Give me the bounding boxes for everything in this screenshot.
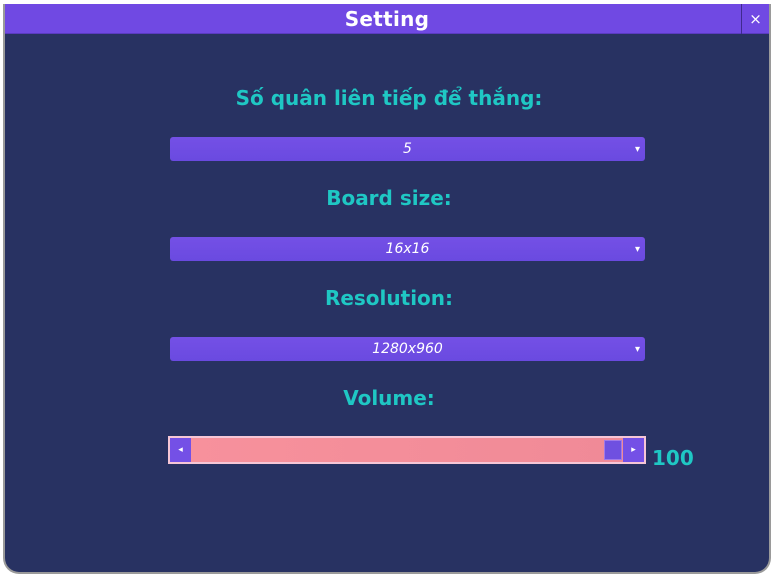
volume-slider[interactable]: ◂ ▸ — [168, 436, 646, 464]
win-count-label: Số quân liên tiếp để thắng: — [235, 86, 543, 110]
chevron-down-icon: ▾ — [634, 244, 640, 255]
close-button[interactable]: × — [741, 4, 769, 34]
board-size-value: 16x16 — [385, 241, 430, 257]
title-bar: Setting × — [5, 4, 769, 34]
slider-left-arrow-icon[interactable]: ◂ — [170, 438, 191, 462]
volume-slider-track[interactable] — [191, 438, 623, 462]
volume-label: Volume: — [343, 386, 435, 410]
board-size-label: Board size: — [326, 186, 452, 210]
board-size-dropdown[interactable]: 16x16 ▾ — [170, 237, 645, 261]
resolution-dropdown[interactable]: 1280x960 ▾ — [170, 337, 645, 361]
win-count-value: 5 — [403, 141, 412, 157]
chevron-down-icon: ▾ — [634, 344, 640, 355]
window-title: Setting — [344, 7, 430, 31]
volume-value: 100 — [652, 446, 694, 470]
win-count-dropdown[interactable]: 5 ▾ — [170, 137, 645, 161]
resolution-label: Resolution: — [324, 286, 454, 310]
chevron-down-icon: ▾ — [634, 144, 640, 155]
slider-right-arrow-icon[interactable]: ▸ — [623, 438, 644, 462]
settings-window: Setting × Số quân liên tiếp để thắng: 5 … — [3, 4, 771, 574]
volume-slider-thumb[interactable] — [604, 440, 622, 460]
resolution-value: 1280x960 — [372, 341, 443, 357]
